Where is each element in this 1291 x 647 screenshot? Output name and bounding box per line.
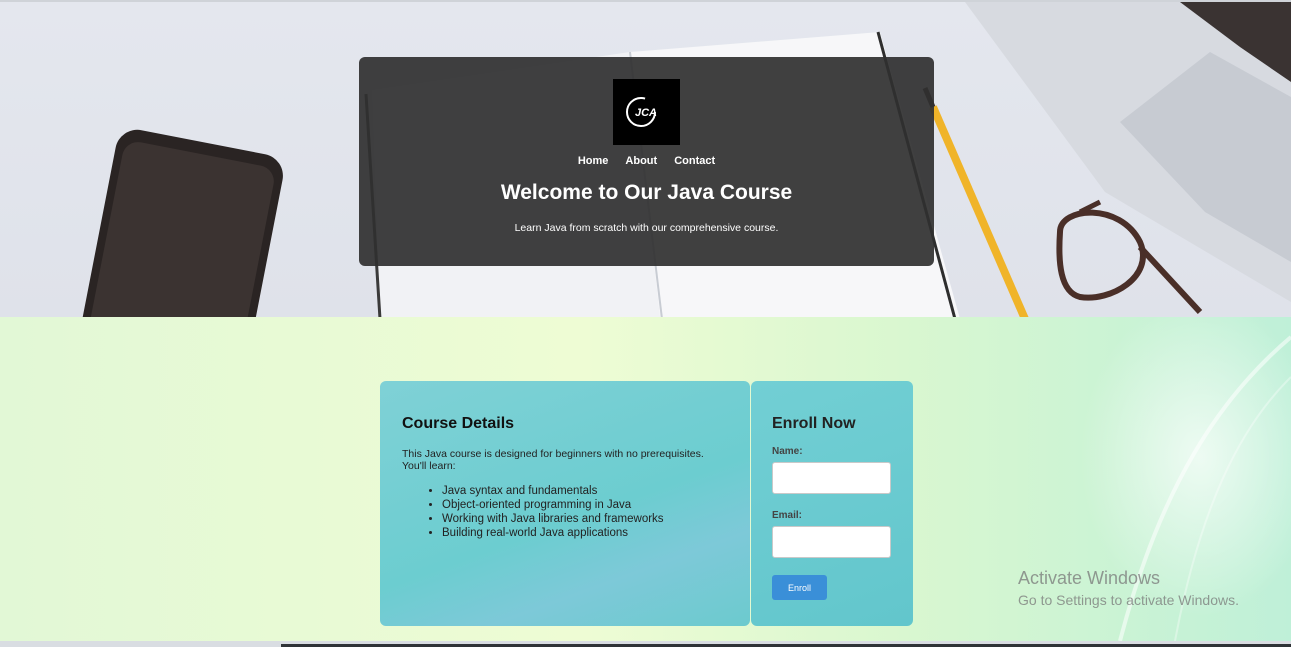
course-details-intro: This Java course is designed for beginne…: [402, 448, 704, 472]
name-label: Name:: [772, 446, 803, 457]
email-input[interactable]: [772, 526, 891, 558]
list-item: Object-oriented programming in Java: [442, 498, 728, 512]
taskbar-edge: [0, 641, 1291, 647]
glasses-image: [1056, 209, 1146, 301]
course-details-card: Course Details This Java course is desig…: [380, 381, 750, 626]
main-nav: Home About Contact: [359, 155, 934, 167]
learning-list: Java syntax and fundamentals Object-orie…: [402, 484, 728, 540]
enroll-button[interactable]: Enroll: [772, 575, 827, 600]
watermark-subtitle: Go to Settings to activate Windows.: [1018, 592, 1239, 608]
hero-subtitle: Learn Java from scratch with our compreh…: [514, 222, 779, 234]
list-item: Working with Java libraries and framewor…: [442, 512, 728, 526]
course-section: Course Details This Java course is desig…: [0, 317, 1291, 641]
course-details-title: Course Details: [402, 415, 515, 432]
name-input[interactable]: [772, 462, 891, 494]
activate-windows-watermark: Activate Windows Go to Settings to activ…: [1018, 567, 1239, 611]
email-label: Email:: [772, 510, 803, 521]
phone-screen: [84, 142, 274, 317]
nav-home-link[interactable]: Home: [578, 155, 609, 167]
hero-section: JCA Home About Contact Welcome to Our Ja…: [0, 0, 1291, 317]
jca-logo[interactable]: JCA: [613, 79, 680, 145]
list-item: Building real-world Java applications: [442, 526, 728, 540]
hero-card: JCA Home About Contact Welcome to Our Ja…: [359, 57, 934, 266]
list-item: Java syntax and fundamentals: [442, 484, 728, 498]
watermark-title: Activate Windows: [1018, 568, 1161, 588]
enroll-card: Enroll Now Name: Email: Enroll: [751, 381, 913, 626]
nav-about-link[interactable]: About: [625, 155, 657, 167]
logo-icon: JCA: [626, 97, 657, 127]
nav-contact-link[interactable]: Contact: [674, 155, 715, 167]
enroll-title: Enroll Now: [772, 415, 856, 432]
logo-text: JCA: [635, 107, 657, 119]
hero-title: Welcome to Our Java Course: [500, 181, 793, 204]
